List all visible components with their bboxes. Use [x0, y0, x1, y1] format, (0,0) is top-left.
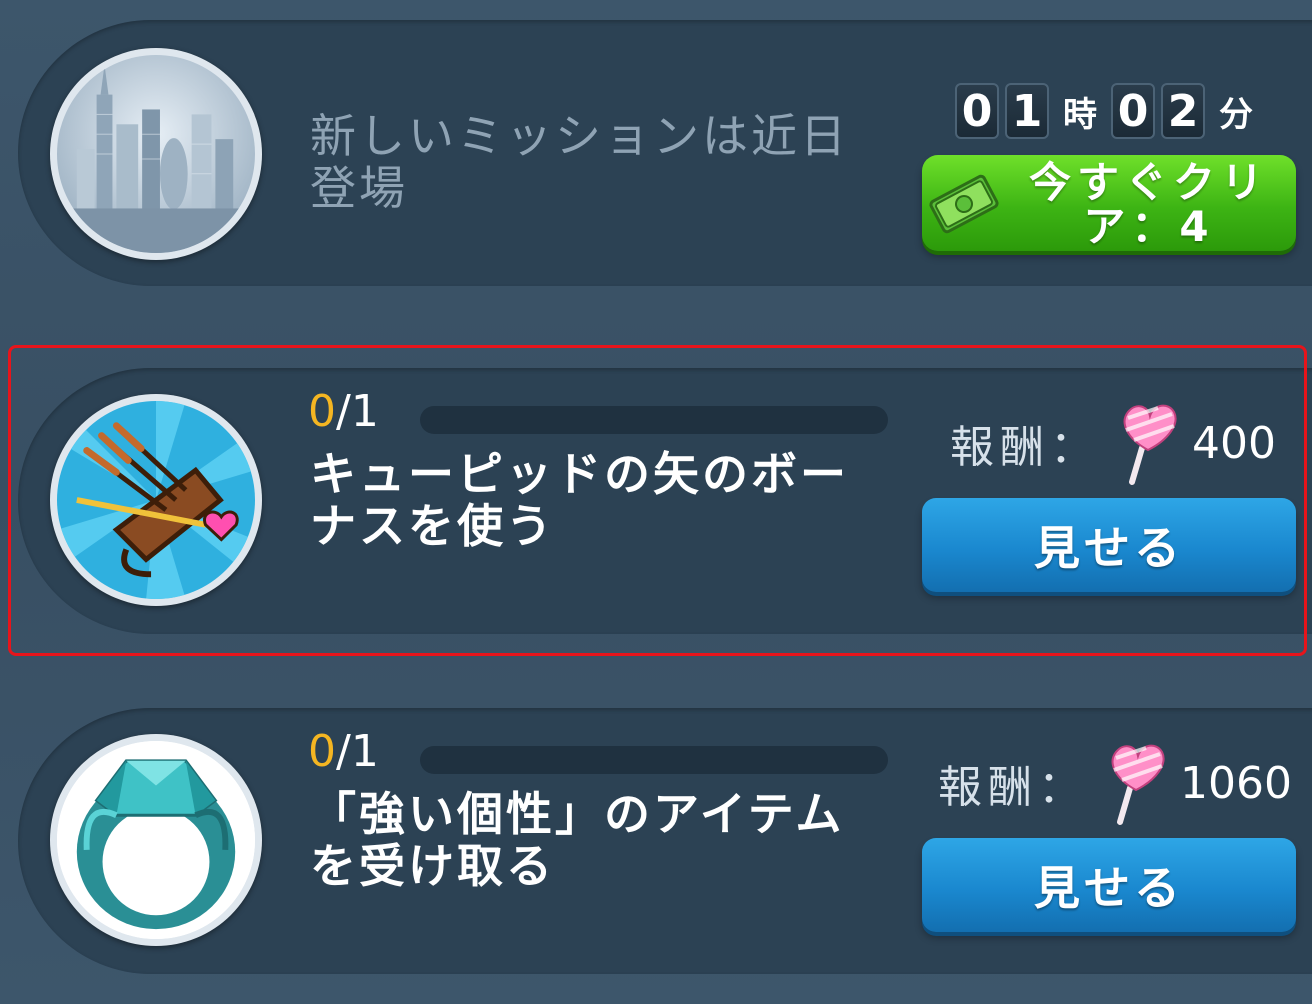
heart-lollipop-icon — [1111, 744, 1165, 825]
mission-progress: 0/1 — [308, 386, 379, 437]
mission-title: 新しいミッションは近日登場 — [310, 109, 849, 215]
timer-minute-unit: 分 — [1219, 94, 1253, 135]
cupid-arrow-quiver-icon — [50, 394, 262, 606]
progress-current: 0 — [308, 386, 336, 437]
reward-label: 報酬： — [950, 422, 1100, 473]
show-button[interactable]: 見せる — [922, 838, 1296, 932]
reward-value: 400 — [1192, 417, 1276, 469]
progress-bar — [420, 746, 888, 774]
show-button[interactable]: 見せる — [922, 498, 1296, 592]
progress-bar — [420, 406, 888, 434]
mission-reward: 報酬： 1060 — [938, 740, 1292, 826]
city-skyline-icon — [50, 48, 262, 260]
reward-label: 報酬： — [938, 762, 1088, 813]
mission-reward: 報酬： 400 — [950, 400, 1276, 486]
mission-card-upcoming: 新しいミッションは近日登場 0 1 時 0 2 分 今すぐクリア：4 — [0, 8, 1312, 298]
timer-digit: 2 — [1161, 83, 1205, 139]
crystal-ring-icon — [50, 734, 262, 946]
progress-total: /1 — [336, 726, 379, 777]
mission-progress: 0/1 — [308, 726, 379, 777]
timer-hour-unit: 時 — [1063, 94, 1097, 135]
mission-card-strong-personality: 0/1 「強い個性」のアイテムを受け取る 報酬： 1060 見せる — [0, 696, 1312, 986]
countdown-timer: 0 1 時 0 2 分 — [955, 83, 1261, 139]
mission-title: 「強い個性」のアイテムを受け取る — [310, 787, 845, 893]
timer-digit: 0 — [955, 83, 999, 139]
timer-digit: 1 — [1005, 83, 1049, 139]
progress-current: 0 — [308, 726, 336, 777]
clear-now-label: 今すぐクリア：4 — [1028, 158, 1269, 251]
clear-now-button[interactable]: 今すぐクリア：4 — [922, 155, 1296, 251]
missions-screen: 新しいミッションは近日登場 0 1 時 0 2 分 今すぐクリア：4 0/1 キ… — [0, 0, 1312, 1004]
reward-value: 1060 — [1180, 757, 1292, 809]
timer-digit: 0 — [1111, 83, 1155, 139]
mission-title: キューピッドの矢のボーナスを使う — [310, 447, 849, 553]
progress-total: /1 — [336, 386, 379, 437]
mission-card-cupid-arrow: 0/1 キューピッドの矢のボーナスを使う 報酬： 400 見せる — [0, 356, 1312, 646]
cash-icon — [929, 174, 999, 234]
heart-lollipop-icon — [1123, 404, 1177, 485]
